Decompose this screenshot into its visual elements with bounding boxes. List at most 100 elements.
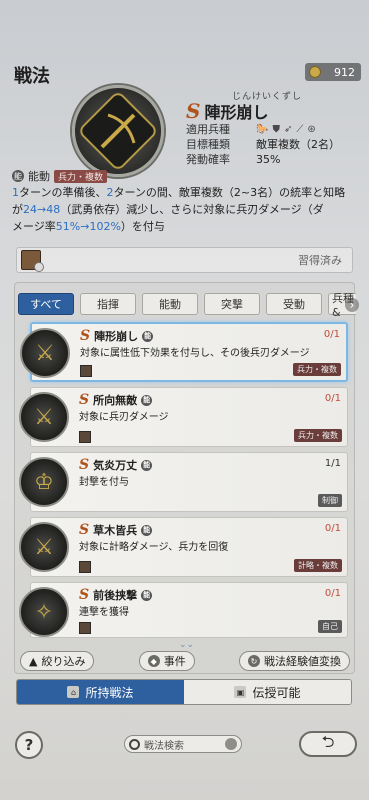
- item-tag: 自己: [318, 620, 342, 633]
- skill-type-row: 能 能動 兵力・複数: [12, 168, 108, 184]
- siege-icon: ⊛: [307, 124, 316, 135]
- general-avatar[interactable]: [21, 250, 44, 272]
- skill-emblem-icon: ⚔: [20, 328, 70, 378]
- item-count: 0/1: [324, 393, 341, 404]
- item-desc: 対象に計略ダメージ、兵力を回復: [79, 542, 229, 553]
- back-button[interactable]: ⮌: [299, 731, 357, 757]
- owner-bar[interactable]: 習得済み: [16, 247, 353, 273]
- action-row: ▲ 絞り込み ◆ 事件 ↻ 戦法経験値変換: [20, 651, 350, 671]
- skill-type-label: 能動: [28, 170, 50, 183]
- currency-display: 912: [305, 63, 361, 81]
- skill-list: ⚔ S 陣形崩し 能 対象に属性低下効果を付与し、その後兵刃ダメージ 0/1 兵…: [19, 322, 350, 643]
- skill-name: S 陣形崩し: [186, 99, 268, 123]
- list-item[interactable]: ⚔ S 陣形崩し 能 対象に属性低下効果を付与し、その後兵刃ダメージ 0/1 兵…: [20, 322, 348, 382]
- list-item[interactable]: ♔ S 気炎万丈 能 封撃を付与 1/1 制御: [19, 452, 348, 512]
- tab-charge[interactable]: 突撃: [204, 293, 260, 315]
- skill-emblem-icon: ⚔: [19, 392, 69, 442]
- info-label: 適用兵種: [186, 123, 230, 136]
- info-label: 発動確率: [186, 153, 230, 166]
- tabs-scroll-right-icon[interactable]: ›: [345, 298, 359, 312]
- desc-line-1: 1ターンの準備後、2ターンの間、敵軍複数（2~3名）の統率と知略: [12, 186, 346, 199]
- active-type-icon: 能: [12, 170, 24, 182]
- list-item[interactable]: ✧ S 前後挟撃 能 連撃を獲得 0/1 自己: [19, 582, 348, 638]
- item-count: 0/1: [324, 588, 341, 599]
- tab-passive[interactable]: 受動: [266, 293, 322, 315]
- scroll-icon: ⌂: [67, 686, 80, 698]
- page-title: 戦法: [14, 66, 50, 87]
- spear-icon: ⟋: [296, 124, 304, 135]
- item-title: S 前後挟撃 能: [79, 587, 153, 603]
- category-tabs: すべて 指揮 能動 突撃 受動 兵種&: [18, 293, 356, 317]
- tab-transferable[interactable]: ▣ 伝授可能: [184, 680, 351, 704]
- event-icon: ◆: [147, 655, 160, 667]
- grade-badge: S: [79, 457, 90, 473]
- event-button[interactable]: ◆ 事件: [138, 651, 195, 671]
- type-icon: 能: [141, 459, 153, 471]
- tab-command[interactable]: 指揮: [80, 293, 136, 315]
- item-count: 0/1: [323, 329, 340, 340]
- top-background: [0, 0, 369, 60]
- grade-badge: S: [80, 328, 91, 344]
- general-avatar: [79, 431, 91, 443]
- search-input[interactable]: 戦法検索: [124, 735, 242, 753]
- type-icon: 能: [142, 330, 154, 342]
- list-item[interactable]: ⚔ S 所向無敵 能 対象に兵刃ダメージ 0/1 兵力・複数: [19, 387, 348, 447]
- convert-icon: ↻: [248, 655, 260, 667]
- desc-line-3: メージ率51%→102%）を付与: [12, 220, 165, 233]
- cavalry-icon: 🐎: [256, 124, 269, 135]
- skill-description: 1ターンの準備後、2ターンの間、敵軍複数（2~3名）の統率と知略 が24→48（…: [12, 184, 360, 235]
- info-row: 適用兵種 🐎 ⛊ ➶ ⟋ ⊛: [186, 122, 340, 137]
- grade-badge: S: [79, 587, 90, 603]
- grade-badge: S: [186, 99, 201, 123]
- skill-emblem-icon: ✧: [19, 587, 69, 637]
- item-tag: 制御: [318, 494, 342, 507]
- skill-type-badge: 兵力・複数: [54, 169, 108, 183]
- type-icon: 能: [141, 524, 153, 536]
- type-icon: 能: [141, 394, 153, 406]
- crossed-blades-icon: [100, 113, 136, 149]
- item-desc: 封撃を付与: [79, 477, 129, 488]
- skill-emblem-icon: ♔: [19, 457, 69, 507]
- info-row: 発動確率 35%: [186, 152, 340, 167]
- item-title: S 所向無敵 能: [79, 392, 153, 408]
- skill-emblem: [72, 85, 164, 177]
- tab-all[interactable]: すべて: [18, 293, 74, 315]
- info-value: 35%: [256, 153, 281, 166]
- bottom-tabs: ⌂ 所持戦法 ▣ 伝授可能: [16, 679, 352, 705]
- coin-icon: [309, 66, 321, 78]
- filter-arrow-icon: ▲: [29, 654, 38, 668]
- item-tag: 計略・複数: [294, 559, 342, 572]
- exp-convert-button[interactable]: ↻ 戦法経験値変換: [239, 651, 350, 671]
- troop-type-icons: 🐎 ⛊ ➶ ⟋ ⊛: [256, 122, 316, 137]
- list-item[interactable]: ⚔ S 草木皆兵 能 対象に計略ダメージ、兵力を回復 0/1 計略・複数: [19, 517, 348, 577]
- general-avatar: [79, 622, 91, 634]
- general-avatar: [80, 365, 92, 377]
- filter-button[interactable]: ▲ 絞り込み: [20, 651, 95, 671]
- currency-value: 912: [334, 65, 355, 79]
- tab-active[interactable]: 能動: [142, 293, 198, 315]
- item-title: S 草木皆兵 能: [79, 522, 153, 538]
- skill-name-text: 陣形崩し: [204, 103, 269, 122]
- item-count: 1/1: [324, 458, 341, 469]
- info-label: 目標種類: [186, 138, 230, 151]
- info-value: 敵軍複数（2名）: [256, 138, 340, 151]
- search-placeholder: 戦法検索: [144, 740, 184, 752]
- grade-badge: S: [79, 392, 90, 408]
- item-tag: 兵力・複数: [293, 363, 341, 376]
- search-icon: [129, 738, 140, 750]
- desc-line-2: が24→48（武勇依存）減少し、さらに対象に兵刃ダメージ（ダ: [12, 203, 324, 216]
- skill-emblem-icon: ⚔: [19, 522, 69, 572]
- tab-owned-skills[interactable]: ⌂ 所持戦法: [17, 680, 184, 704]
- shield-icon: ⛊: [272, 124, 280, 135]
- learned-status: 習得済み: [298, 254, 342, 267]
- item-count: 0/1: [324, 523, 341, 534]
- bow-icon: ➶: [283, 124, 293, 135]
- info-row: 目標種類 敵軍複数（2名）: [186, 137, 340, 152]
- item-title: S 陣形崩し 能: [80, 328, 154, 344]
- item-title: S 気炎万丈 能: [79, 457, 153, 473]
- grade-badge: S: [79, 522, 90, 538]
- item-tag: 兵力・複数: [294, 429, 342, 442]
- clear-icon[interactable]: [225, 738, 237, 750]
- general-avatar: [79, 561, 91, 573]
- help-button[interactable]: ?: [15, 731, 43, 759]
